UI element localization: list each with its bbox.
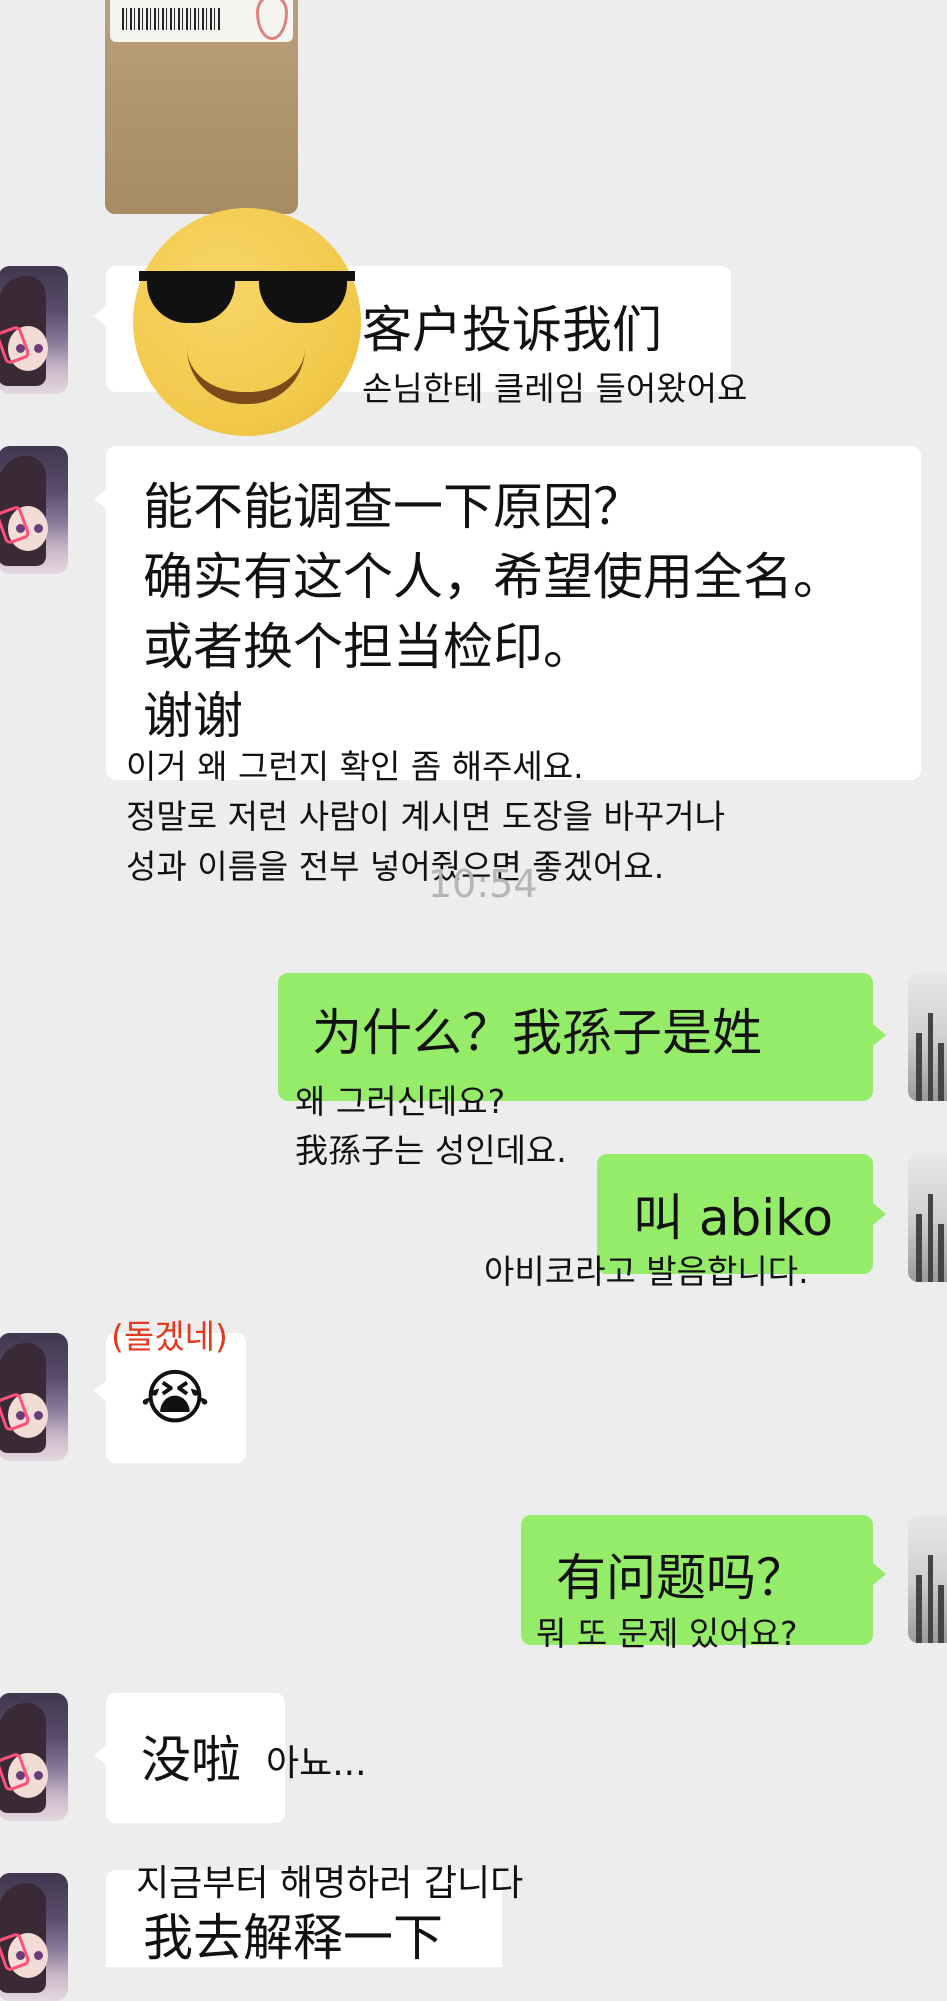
message-text-cn: 有问题吗？ — [556, 1549, 806, 1607]
avatar-left[interactable] — [0, 446, 68, 574]
message-text-cn: 为什么？我孫子是姓 — [312, 1004, 762, 1062]
message-text-kr: 손님한테 클레임 들어왔어요 — [362, 369, 748, 408]
message-text-cn: 客户投诉我们 — [362, 301, 662, 359]
shipping-label — [110, 0, 293, 42]
message-text-kr: 아뇨... — [266, 1743, 367, 1784]
caption-text: (돌겠네) — [111, 1317, 228, 1356]
message-text-kr: 왜 그러신데요? — [295, 1082, 506, 1121]
avatar-right[interactable] — [908, 1154, 947, 1282]
avatar-right[interactable] — [908, 1515, 947, 1643]
label-stamp — [256, 0, 288, 40]
message-text-kr: 지금부터 해명하러 갑니다 — [136, 1863, 524, 1904]
message-text-kr: 아비코라고 발음합니다. — [484, 1252, 809, 1291]
message-text-cn: 确实有这个人，希望使用全名。 — [143, 548, 843, 606]
sunglasses-emoji-sticker — [133, 208, 361, 436]
message-text-cn: 叫 abiko — [633, 1189, 833, 1247]
avatar-right[interactable] — [908, 973, 947, 1101]
message-text-cn: 没啦 — [141, 1731, 241, 1789]
smile-mouth — [187, 348, 305, 404]
barcode — [122, 8, 222, 30]
chat-timestamp: 10:54 — [428, 862, 538, 906]
message-text-kr: 뭐 또 문제 있어요? — [536, 1614, 798, 1653]
crying-face-emoji: 😭 — [140, 1363, 211, 1433]
message-text-kr: 이거 왜 그런지 확인 좀 해주세요. — [126, 747, 584, 786]
avatar-left[interactable] — [0, 1693, 68, 1821]
message-text-cn: 我去解释一下 — [143, 1909, 443, 1967]
message-text-cn: 谢谢 — [143, 687, 243, 745]
message-text-kr: 我孫子는 성인데요. — [295, 1131, 567, 1170]
avatar-left[interactable] — [0, 266, 68, 394]
sunglasses-icon — [139, 263, 355, 325]
avatar-left[interactable] — [0, 1873, 68, 2001]
message-text-kr: 성과 이름을 전부 넣어줬으면 좋겠어요. — [126, 847, 665, 886]
message-text-cn: 能不能调查一下原因？ — [143, 478, 643, 536]
avatar-left[interactable] — [0, 1333, 68, 1461]
message-text-kr: 정말로 저런 사람이 계시면 도장을 바꾸거나 — [126, 797, 725, 836]
message-text-cn: 或者换个担当检印。 — [143, 618, 593, 676]
parcel-photo[interactable] — [105, 0, 298, 214]
